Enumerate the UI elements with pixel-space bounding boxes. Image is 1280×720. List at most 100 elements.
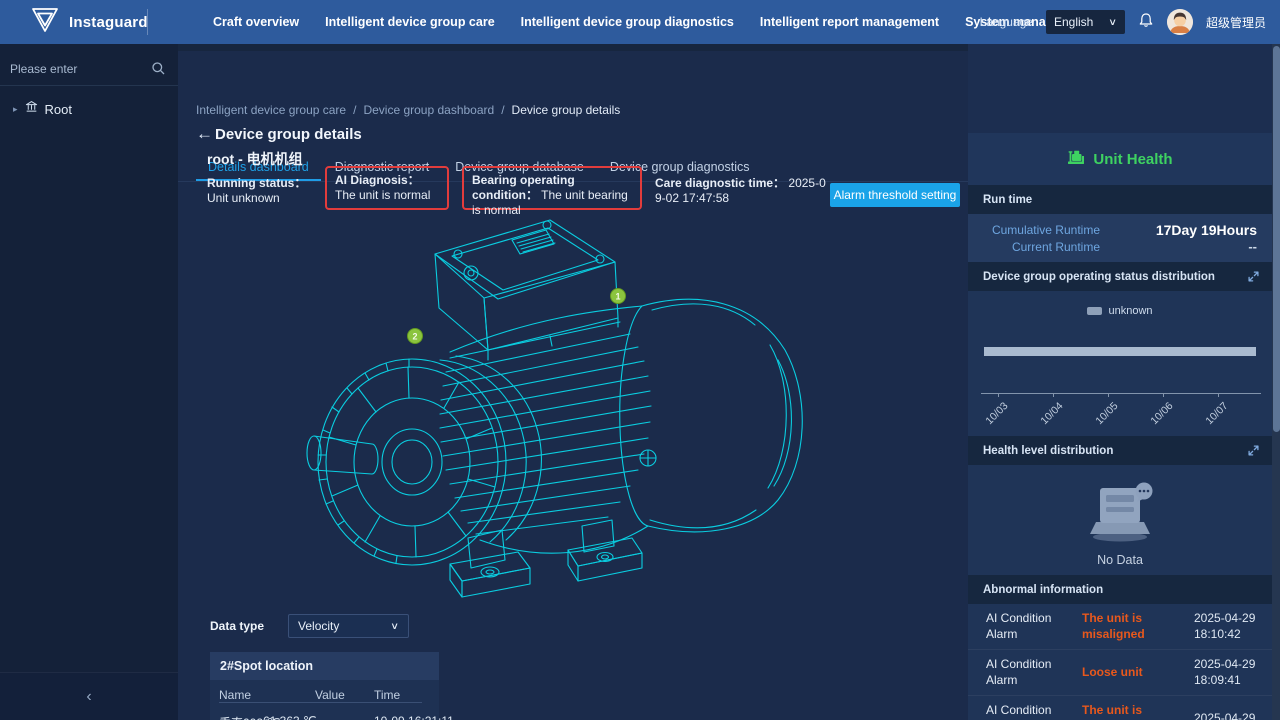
status-distribution-section-header: Device group operating status distributi…	[968, 262, 1272, 291]
caret-right-icon[interactable]: ▸	[13, 104, 18, 115]
axis-tick	[1053, 393, 1054, 397]
nav-item-report-management[interactable]: Intelligent report management	[760, 15, 939, 29]
spot-card-title: 2#Spot location	[210, 652, 439, 680]
tick-label: 10/03	[974, 400, 1011, 437]
alarm-threshold-setting-button[interactable]: Alarm threshold setting	[830, 183, 960, 207]
care-diagnostic-time: Care diagnostic time： 2025-09-02 17:47:5…	[655, 176, 831, 206]
cumulative-runtime-label: Cumulative Runtime	[968, 223, 1100, 237]
column-value: Value	[315, 688, 345, 702]
cumulative-runtime-row: Cumulative Runtime 17Day 19Hours	[968, 221, 1272, 238]
language-label: Language	[980, 15, 1033, 29]
alarm-type: AI Condition Alarm	[986, 657, 1074, 688]
axis-tick	[1218, 393, 1219, 397]
nav-item-device-group-diagnostics[interactable]: Intelligent device group diagnostics	[521, 15, 734, 29]
data-type-value: Velocity	[298, 619, 339, 633]
tick-label: 10/06	[1139, 400, 1176, 437]
axis-tick	[1163, 393, 1164, 397]
alarm-message: Loose unit	[1082, 665, 1186, 681]
breadcrumb-item-dashboard[interactable]: Device group dashboard	[363, 103, 494, 117]
bearing-condition-box: Bearing operating condition： The unit be…	[462, 166, 642, 210]
back-arrow-icon[interactable]: ←	[196, 124, 213, 144]
brand[interactable]: Instaguard	[30, 0, 148, 44]
alarm-type: AI Condition Alarm	[986, 611, 1074, 642]
current-runtime-value: --	[1100, 239, 1272, 254]
running-status: Running status： Unit unknown	[207, 176, 309, 206]
list-item: AI Condition Alarm Loose unit 2025-04-29…	[968, 650, 1272, 696]
organization-icon	[25, 100, 38, 118]
logo-icon	[30, 6, 60, 39]
spot-table-header: Name Value Time	[210, 686, 439, 708]
alarm-message: The unit is misaligned	[1082, 611, 1186, 642]
health-distribution-label: Health level distribution	[983, 445, 1113, 457]
search-icon[interactable]	[151, 61, 166, 81]
language-value: English	[1054, 15, 1093, 29]
chart-legend[interactable]: unknown	[968, 305, 1272, 317]
nav-right: Language English ∨ 超级管理员	[980, 0, 1266, 44]
search-input[interactable]	[10, 58, 150, 80]
run-time-section-header: Run time	[968, 185, 1272, 214]
spot-marker-1[interactable]: 1	[611, 289, 626, 304]
spot-marker-1-label: 1	[615, 292, 620, 302]
column-name: Name	[219, 688, 251, 702]
current-runtime-label: Current Runtime	[968, 240, 1100, 254]
status-distribution-chart: unknown 10/03 10/04 10/05 10/06 10/07	[968, 291, 1272, 436]
status-distribution-label: Device group operating status distributi…	[983, 271, 1215, 283]
cell-time: 10-09 16:21:11	[374, 714, 454, 720]
unit-health-title: Unit Health	[1093, 151, 1172, 168]
list-item: AI Condition Alarm The unit is misaligne…	[968, 696, 1272, 720]
top-nav: Instaguard Craft overview Intelligent de…	[0, 0, 1280, 44]
breadcrumb-item-care[interactable]: Intelligent device group care	[196, 103, 346, 117]
running-status-label: Running status：	[207, 176, 306, 190]
nav-menu: Craft overview Intelligent device group …	[213, 0, 1090, 44]
x-axis	[981, 393, 1261, 394]
legend-swatch-unknown	[1087, 307, 1102, 315]
current-runtime-row: Current Runtime --	[968, 238, 1272, 255]
alarm-time: 2025-04-29 18:10:42	[1194, 611, 1268, 642]
care-time-label: Care diagnostic time：	[655, 176, 785, 190]
expand-icon[interactable]	[1248, 445, 1259, 456]
sidebar-item-label: Root	[45, 102, 72, 117]
bell-icon[interactable]	[1138, 12, 1154, 33]
tick-label: 10/07	[1194, 400, 1231, 437]
language-select[interactable]: English ∨	[1046, 10, 1125, 34]
nav-item-device-group-care[interactable]: Intelligent device group care	[325, 15, 495, 29]
cumulative-runtime-value: 17Day 19Hours	[1100, 222, 1272, 238]
sidebar: ▸ Root ‹	[0, 44, 178, 720]
no-data-text: No Data	[1097, 553, 1143, 567]
running-status-value: Unit unknown	[207, 191, 280, 205]
table-row: 垂直002-℃ 61.363 ℃ 10-09 16:21:11	[210, 712, 439, 720]
avatar[interactable]	[1167, 9, 1193, 35]
breadcrumb: Intelligent device group care / Device g…	[196, 103, 620, 117]
ai-diagnosis-box: AI Diagnosis： The unit is normal	[325, 166, 449, 210]
abnormal-info-section-header: Abnormal information	[968, 575, 1272, 604]
table-divider	[219, 702, 422, 703]
app-root: Instaguard Craft overview Intelligent de…	[0, 0, 1280, 720]
unit-health-header: Unit Health	[968, 133, 1272, 185]
data-type-select[interactable]: Velocity ∨	[288, 614, 409, 638]
nav-item-craft-overview[interactable]: Craft overview	[213, 15, 299, 29]
alarm-time: 2025-04-29 18:09:41	[1194, 657, 1268, 688]
page-scrollbar	[1272, 44, 1280, 720]
alarm-time: 2025-04-29	[1194, 711, 1268, 720]
run-time-body: Cumulative Runtime 17Day 19Hours Current…	[968, 214, 1272, 262]
status-bar-unknown[interactable]	[984, 347, 1256, 356]
health-distribution-empty: No Data	[968, 465, 1272, 575]
no-data-icon	[1082, 482, 1158, 549]
collapse-sidebar-icon[interactable]: ‹	[86, 689, 91, 705]
user-name: 超级管理员	[1206, 14, 1266, 31]
alarm-message: The unit is misaligned	[1082, 703, 1186, 720]
health-distribution-section-header: Health level distribution	[968, 436, 1272, 465]
expand-icon[interactable]	[1248, 271, 1259, 282]
machine-icon	[1067, 148, 1085, 170]
main-content: Intelligent device group care / Device g…	[178, 44, 968, 720]
chevron-down-icon: ∨	[1108, 16, 1117, 27]
ai-diagnosis-value: The unit is normal	[335, 188, 430, 202]
sidebar-item-root[interactable]: ▸ Root	[0, 86, 178, 118]
spot-location-card: 2#Spot location Name Value Time 垂直002-℃ …	[210, 652, 439, 720]
unit-title: root - 电机机组	[207, 149, 303, 169]
data-type-label: Data type	[210, 619, 264, 633]
scrollbar-thumb[interactable]	[1273, 46, 1280, 432]
spot-marker-2[interactable]: 2	[408, 329, 423, 344]
unit-health-panel: Unit Health Run time Cumulative Runtime …	[968, 44, 1272, 720]
ai-diagnosis-label: AI Diagnosis：	[335, 173, 420, 187]
